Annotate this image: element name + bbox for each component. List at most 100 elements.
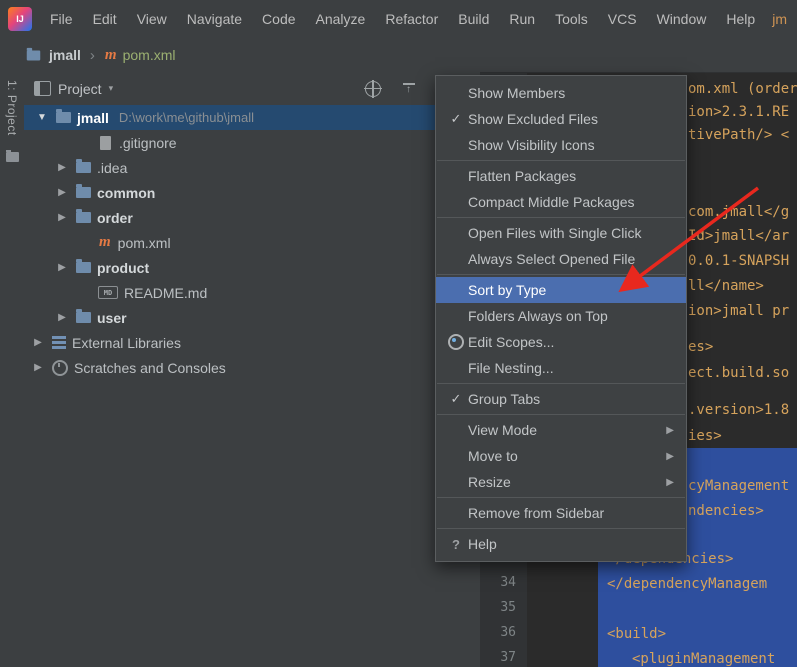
tool-window-stripe-icon[interactable] bbox=[6, 152, 19, 162]
tree-item-label: order bbox=[97, 210, 133, 226]
menubar-item-edit[interactable]: Edit bbox=[83, 11, 127, 27]
scratches-icon bbox=[52, 360, 68, 376]
intellij-logo: IJ bbox=[8, 7, 32, 31]
tree-row-external-libraries[interactable]: ▶ External Libraries bbox=[24, 330, 480, 355]
code-line: <build> bbox=[607, 625, 666, 643]
code-fragment: ion>2.3.1.RE bbox=[688, 103, 789, 121]
tree-row-order[interactable]: ▶ order bbox=[24, 205, 480, 230]
menubar-item-run[interactable]: Run bbox=[499, 11, 545, 27]
folder-icon bbox=[76, 212, 91, 223]
tree-item-label: .idea bbox=[97, 160, 127, 176]
line-number: 34 bbox=[480, 575, 516, 590]
menu-separator bbox=[437, 160, 685, 161]
context-menu-item-open-files-with-single-click[interactable]: Open Files with Single Click bbox=[436, 220, 686, 246]
line-number: 35 bbox=[480, 600, 516, 615]
context-menu-item-resize[interactable]: Resize ▶ bbox=[436, 469, 686, 495]
breadcrumb-file[interactable]: pom.xml bbox=[123, 47, 176, 63]
locate-icon[interactable] bbox=[365, 81, 381, 97]
collapse-arrow-icon[interactable]: ▶ bbox=[30, 362, 46, 373]
collapse-all-icon[interactable] bbox=[402, 82, 416, 96]
tree-item-label: External Libraries bbox=[72, 335, 181, 351]
libraries-icon bbox=[52, 336, 66, 349]
tree-row-jmall[interactable]: ▼ jmall D:\work\me\github\jmall bbox=[24, 105, 480, 130]
scope-icon bbox=[444, 334, 468, 350]
markdown-icon: MD bbox=[98, 286, 118, 299]
menubar-item-file[interactable]: File bbox=[40, 11, 83, 27]
tree-row-pom-xml[interactable]: m pom.xml bbox=[24, 230, 480, 255]
menu-item-label: Compact Middle Packages bbox=[468, 194, 635, 210]
menu-item-label: Folders Always on Top bbox=[468, 308, 608, 324]
collapse-arrow-icon[interactable]: ▶ bbox=[54, 187, 70, 198]
menubar-item-tools[interactable]: Tools bbox=[545, 11, 598, 27]
tree-row-idea[interactable]: ▶ .idea bbox=[24, 155, 480, 180]
logo-text: IJ bbox=[16, 14, 24, 24]
project-view-icon bbox=[34, 81, 51, 96]
tree-item-label: README.md bbox=[124, 285, 207, 301]
collapse-arrow-icon[interactable]: ▶ bbox=[54, 162, 70, 173]
context-menu-item-sort-by-type[interactable]: Sort by Type bbox=[436, 277, 686, 303]
context-menu-item-folders-always-on-top[interactable]: Folders Always on Top bbox=[436, 303, 686, 329]
project-panel-header[interactable]: Project ▾ bbox=[24, 72, 480, 105]
context-menu-item-group-tabs[interactable]: ✓ Group Tabs bbox=[436, 386, 686, 412]
menubar-item-refactor[interactable]: Refactor bbox=[375, 11, 448, 27]
tree-row-common[interactable]: ▶ common bbox=[24, 180, 480, 205]
context-menu-item-file-nesting[interactable]: File Nesting... bbox=[436, 355, 686, 381]
collapse-arrow-icon[interactable]: ▶ bbox=[54, 212, 70, 223]
menubar-item-navigate[interactable]: Navigate bbox=[177, 11, 252, 27]
breadcrumb-project[interactable]: jmall bbox=[49, 47, 81, 63]
code-fragment: ies> bbox=[688, 427, 722, 445]
context-menu-item-show-excluded-files[interactable]: ✓ Show Excluded Files bbox=[436, 106, 686, 132]
expand-arrow-icon[interactable]: ▼ bbox=[34, 112, 50, 123]
tree-item-label: user bbox=[97, 310, 127, 326]
tree-row-readme[interactable]: MD README.md bbox=[24, 280, 480, 305]
menubar-item-view[interactable]: View bbox=[127, 11, 177, 27]
folder-icon bbox=[76, 312, 91, 323]
menu-separator bbox=[437, 414, 685, 415]
tree-row-user[interactable]: ▶ user bbox=[24, 305, 480, 330]
menu-bar: IJ File Edit View Navigate Code Analyze … bbox=[0, 0, 797, 39]
check-icon: ✓ bbox=[444, 391, 468, 407]
tree-row-product[interactable]: ▶ product bbox=[24, 255, 480, 280]
menu-separator bbox=[437, 217, 685, 218]
context-menu-item-show-visibility-icons[interactable]: Show Visibility Icons bbox=[436, 132, 686, 158]
menu-item-label: Open Files with Single Click bbox=[468, 225, 642, 241]
context-menu-item-show-members[interactable]: Show Members bbox=[436, 80, 686, 106]
run-config-label-partial[interactable]: jm bbox=[772, 11, 787, 27]
breadcrumb-chevron-icon: › bbox=[90, 47, 95, 64]
scope-target-icon bbox=[448, 334, 464, 350]
collapse-arrow-icon[interactable]: ▶ bbox=[30, 337, 46, 348]
context-menu-item-compact-middle-packages[interactable]: Compact Middle Packages bbox=[436, 189, 686, 215]
editor-tab-label[interactable]: om.xml (order- bbox=[688, 80, 797, 98]
menubar-item-code[interactable]: Code bbox=[252, 11, 305, 27]
menubar-item-analyze[interactable]: Analyze bbox=[306, 11, 376, 27]
context-menu-item-help[interactable]: ? Help bbox=[436, 531, 686, 557]
tree-item-label: product bbox=[97, 260, 149, 276]
menubar-item-vcs[interactable]: VCS bbox=[598, 11, 647, 27]
menu-item-label: Group Tabs bbox=[468, 391, 540, 407]
context-menu-item-move-to[interactable]: Move to ▶ bbox=[436, 443, 686, 469]
menu-separator bbox=[437, 497, 685, 498]
folder-icon bbox=[76, 162, 91, 173]
chevron-down-icon[interactable]: ▾ bbox=[109, 83, 114, 94]
menubar-item-build[interactable]: Build bbox=[448, 11, 499, 27]
code-fragment: 0.0.1-SNAPSH bbox=[688, 252, 789, 270]
menu-item-label: Remove from Sidebar bbox=[468, 505, 604, 521]
submenu-arrow-icon: ▶ bbox=[666, 451, 674, 462]
context-menu-item-remove-from-sidebar[interactable]: Remove from Sidebar bbox=[436, 500, 686, 526]
menu-separator bbox=[437, 528, 685, 529]
context-menu-item-view-mode[interactable]: View Mode ▶ bbox=[436, 417, 686, 443]
collapse-arrow-icon[interactable]: ▶ bbox=[54, 262, 70, 273]
context-menu-item-flatten-packages[interactable]: Flatten Packages bbox=[436, 163, 686, 189]
project-tool-window-tab[interactable]: 1: Project bbox=[5, 80, 19, 136]
menubar-item-window[interactable]: Window bbox=[647, 11, 717, 27]
tree-row-gitignore[interactable]: .gitignore bbox=[24, 130, 480, 155]
menubar-item-help[interactable]: Help bbox=[716, 11, 765, 27]
menu-separator bbox=[437, 274, 685, 275]
context-menu-item-always-select-opened-file[interactable]: Always Select Opened File bbox=[436, 246, 686, 272]
collapse-arrow-icon[interactable]: ▶ bbox=[54, 312, 70, 323]
tree-row-scratches[interactable]: ▶ Scratches and Consoles bbox=[24, 355, 480, 380]
project-tree: ▼ jmall D:\work\me\github\jmall .gitigno… bbox=[24, 105, 480, 667]
folder-icon bbox=[76, 262, 91, 273]
context-menu-item-edit-scopes[interactable]: Edit Scopes... bbox=[436, 329, 686, 355]
line-number: 36 bbox=[480, 625, 516, 640]
